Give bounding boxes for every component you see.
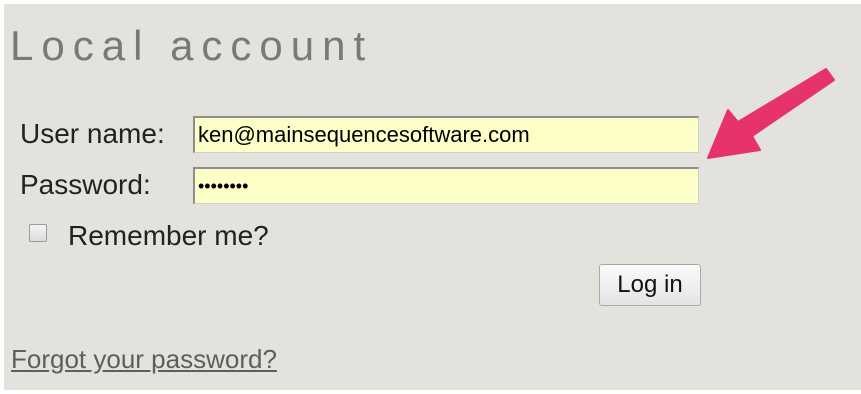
pink-arrow-icon bbox=[707, 68, 835, 159]
